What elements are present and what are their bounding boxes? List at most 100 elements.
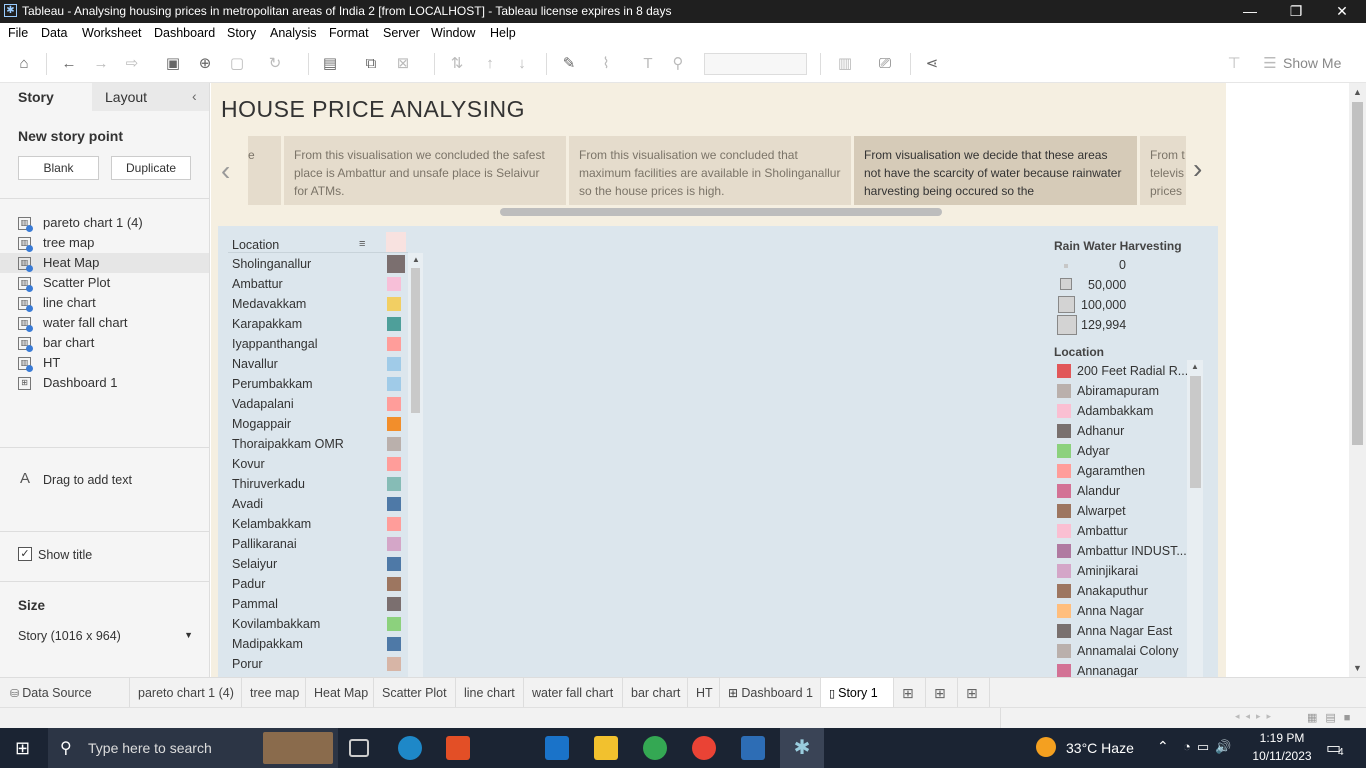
clear-sheet-icon[interactable]: ⊠ <box>393 54 413 74</box>
sheet-view-icon[interactable]: ▦▤■ <box>1307 711 1358 724</box>
heat-cell[interactable] <box>387 617 401 631</box>
file-explorer-icon[interactable] <box>594 736 618 760</box>
clock-date[interactable]: 10/11/2023 <box>1250 749 1314 763</box>
highlight-icon[interactable]: ✎ <box>559 54 579 74</box>
blank-button[interactable]: Blank <box>18 156 99 180</box>
heat-cell[interactable] <box>387 637 401 651</box>
location-row[interactable]: Vadapalani <box>232 394 417 414</box>
scroll-up-icon[interactable]: ▲ <box>412 255 420 264</box>
color-legend-item[interactable]: Adambakkam <box>1055 401 1195 421</box>
heat-cell[interactable] <box>387 517 401 531</box>
collapse-pane-icon[interactable]: ‹ <box>192 88 197 104</box>
size-dropdown[interactable]: Story (1016 x 964) ▼ <box>18 629 193 647</box>
heat-cell[interactable] <box>387 477 401 491</box>
location-row[interactable]: Pallikaranai <box>232 534 417 554</box>
windows-start-icon[interactable]: ⊞ <box>15 738 30 759</box>
location-row[interactable]: Medavakkam <box>232 294 417 314</box>
show-me-icon[interactable]: ☰ <box>1260 54 1280 74</box>
scroll-up-icon[interactable]: ▲ <box>1191 362 1199 371</box>
menu-data[interactable]: Data <box>41 26 67 40</box>
sheet-item-bar-chart[interactable]: ▥ bar chart <box>18 333 208 353</box>
tab-dashboard-1[interactable]: ⊞ Dashboard 1 <box>720 678 821 708</box>
heat-cell[interactable] <box>387 417 401 431</box>
location-row[interactable]: Iyappanthangal <box>232 334 417 354</box>
rows-scrollbar[interactable]: ▲ <box>408 253 423 677</box>
menu-help[interactable]: Help <box>490 26 516 40</box>
location-row[interactable]: Ambattur <box>232 274 417 294</box>
legend-scrollbar[interactable]: ▲ <box>1187 360 1203 677</box>
heat-cell[interactable] <box>387 457 401 471</box>
chrome-profile-icon[interactable] <box>692 736 716 760</box>
new-worksheet-tab-icon[interactable]: ⊞ <box>894 678 926 708</box>
heat-cell[interactable] <box>387 437 401 451</box>
sheet-item-pareto-chart[interactable]: ▥ pareto chart 1 (4) <box>18 213 208 233</box>
sheet-item-dashboard-1[interactable]: ⊞ Dashboard 1 <box>18 373 208 393</box>
tab-tree-map[interactable]: tree map <box>242 678 306 708</box>
story-navigator-scrollbar[interactable] <box>500 208 942 216</box>
show-labels-icon[interactable]: T <box>638 54 658 74</box>
tab-pareto-chart[interactable]: pareto chart 1 (4) <box>130 678 242 708</box>
show-me-label[interactable]: Show Me <box>1283 55 1341 71</box>
sort-ascending-icon[interactable]: ↑ <box>480 54 500 74</box>
previous-story-point-icon[interactable]: ‹ <box>221 155 230 187</box>
location-row[interactable]: Kovilambakkam <box>232 614 417 634</box>
sheet-item-tree-map[interactable]: ▥ tree map <box>18 233 208 253</box>
color-legend-item[interactable]: Adhanur <box>1055 421 1195 441</box>
story-point-selected[interactable]: From visualisation we decide that these … <box>854 136 1137 205</box>
location-row[interactable]: Mogappair <box>232 414 417 434</box>
location-row[interactable]: Perumbakkam <box>232 374 417 394</box>
location-row[interactable]: Pammal <box>232 594 417 614</box>
tab-scatter-plot[interactable]: Scatter Plot <box>374 678 456 708</box>
tab-story-1[interactable]: ▯ Story 1 <box>821 678 894 708</box>
tableau-taskbar-button[interactable]: ✱ <box>780 728 824 768</box>
new-data-source-icon[interactable]: ⊕ <box>195 54 215 74</box>
story-point[interactable]: From this visualisation we concluded the… <box>284 136 566 205</box>
system-tray-icons[interactable]: ◔▭🔊 <box>1183 739 1237 755</box>
location-row[interactable]: Thoraipakkam OMR <box>232 434 417 454</box>
menu-window[interactable]: Window <box>431 26 475 40</box>
chrome-icon[interactable] <box>643 736 667 760</box>
heat-cell[interactable] <box>387 397 401 411</box>
tab-story[interactable]: Story <box>0 83 92 111</box>
tab-data-source[interactable]: ⛁ Data Source <box>0 678 130 708</box>
color-legend-item[interactable]: Adyar <box>1055 441 1195 461</box>
scroll-up-icon[interactable]: ▲ <box>1353 87 1362 97</box>
color-legend-item[interactable]: Anakaputhur <box>1055 581 1195 601</box>
canvas-vertical-scrollbar[interactable]: ▲ ▼ <box>1349 83 1366 677</box>
sheet-item-water-fall-chart[interactable]: ▥ water fall chart <box>18 313 208 333</box>
sheet-item-line-chart[interactable]: ▥ line chart <box>18 293 208 313</box>
presentation-mode-icon[interactable]: ⎚ <box>875 54 895 74</box>
swap-icon[interactable]: ⇅ <box>447 54 467 74</box>
format-painter-icon[interactable]: ⊤ <box>1224 54 1244 74</box>
color-legend-item[interactable]: Ambattur INDUST... <box>1055 541 1195 561</box>
heat-cell[interactable] <box>387 537 401 551</box>
heat-cell[interactable] <box>387 497 401 511</box>
replay-icon[interactable]: ⇨ <box>122 54 142 74</box>
clock-time[interactable]: 1:19 PM <box>1256 731 1308 745</box>
pause-updates-icon[interactable]: ▢ <box>227 54 247 74</box>
show-cards-icon[interactable]: ▥ <box>835 54 855 74</box>
heat-cell[interactable] <box>387 377 401 391</box>
heat-cell[interactable] <box>387 357 401 371</box>
new-dashboard-tab-icon[interactable]: ⊞ <box>926 678 958 708</box>
location-row[interactable]: Navallur <box>232 354 417 374</box>
heat-cell[interactable] <box>387 657 401 671</box>
story-point[interactable]: From this visualisation we concluded tha… <box>569 136 851 205</box>
color-legend-item[interactable]: Aminjikarai <box>1055 561 1195 581</box>
color-legend-item[interactable]: Anna Nagar East <box>1055 621 1195 641</box>
close-button[interactable]: ✕ <box>1319 0 1365 23</box>
chevron-up-icon[interactable]: ⌃ <box>1157 738 1169 755</box>
photos-icon[interactable] <box>741 736 765 760</box>
location-row[interactable]: Sholinganallur <box>232 254 417 274</box>
story-point[interactable]: From t televis prices <box>1140 136 1186 205</box>
new-story-tab-icon[interactable]: ⊞ <box>958 678 990 708</box>
sort-descending-icon[interactable]: ↓ <box>512 54 532 74</box>
sheet-item-scatter-plot[interactable]: ▥ Scatter Plot <box>18 273 208 293</box>
weather-text[interactable]: 33°C Haze <box>1066 740 1134 756</box>
color-legend-item[interactable]: Abiramapuram <box>1055 381 1195 401</box>
heat-cell[interactable] <box>387 277 401 291</box>
save-icon[interactable]: ▣ <box>163 54 183 74</box>
location-row[interactable]: Kelambakkam <box>232 514 417 534</box>
scroll-thumb[interactable] <box>1190 376 1201 488</box>
share-icon[interactable]: ⋖ <box>922 54 942 74</box>
